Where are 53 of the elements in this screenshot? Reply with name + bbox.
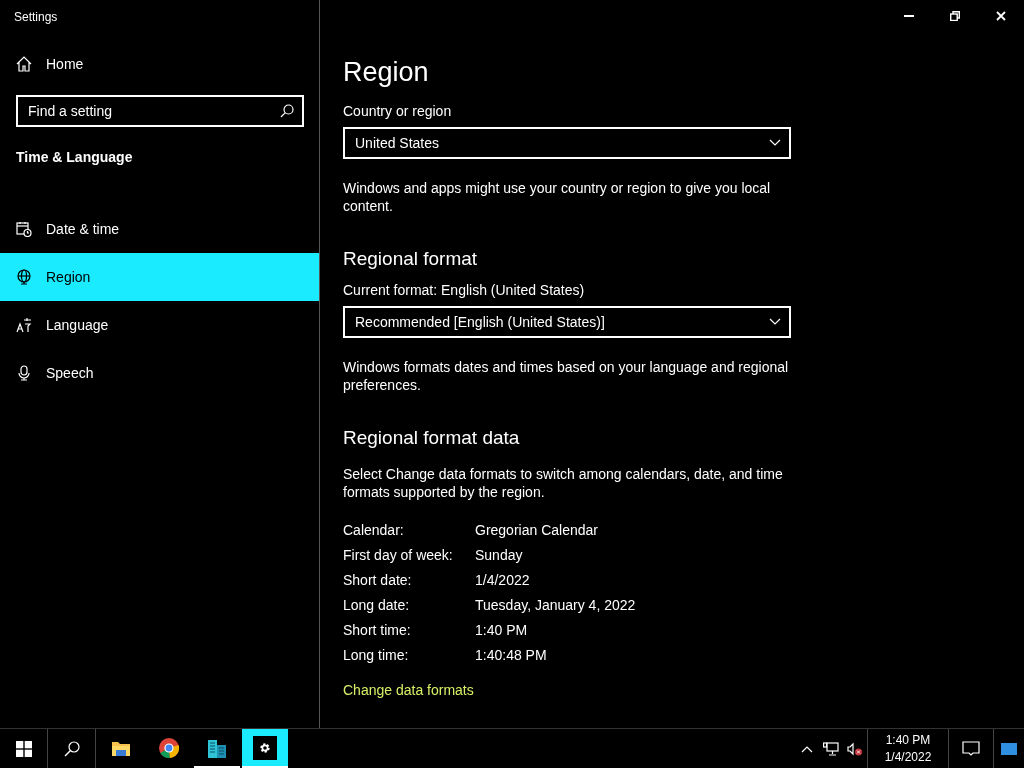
windows-logo-icon xyxy=(15,740,32,757)
calendar-clock-icon xyxy=(16,221,32,237)
section-heading: Regional format data xyxy=(343,427,521,450)
format-value: Gregorian Calendar xyxy=(475,521,599,539)
format-value: Sunday xyxy=(475,546,524,564)
home-icon xyxy=(16,56,32,72)
format-value: 1/4/2022 xyxy=(475,571,531,589)
description-text: Windows and apps might use your country or region to give you local content. xyxy=(343,179,772,215)
nav-item[interactable]: Speech xyxy=(0,349,319,397)
format-label: Calendar: xyxy=(343,521,405,539)
microphone-icon xyxy=(16,365,32,381)
format-label: First day of week: xyxy=(343,546,454,564)
change-formats-link[interactable]: Change data formats xyxy=(343,682,474,698)
chevron-down-icon xyxy=(769,318,781,326)
format-label: Short time: xyxy=(343,621,412,639)
volume-muted-icon xyxy=(847,741,863,756)
section-heading: Regional format xyxy=(343,248,479,271)
chevron-down-icon xyxy=(769,139,781,147)
notification-icon xyxy=(962,740,980,757)
close-icon xyxy=(996,11,1006,21)
search-icon xyxy=(63,740,80,757)
nav-item[interactable]: Language xyxy=(0,301,319,349)
taskbar-app[interactable] xyxy=(242,729,288,768)
field-label: Country or region xyxy=(343,103,453,119)
description-text: Windows formats dates and times based on your language and regional preferences. xyxy=(343,358,790,394)
clock-date[interactable]: 1/4/2022 xyxy=(884,748,932,766)
format-value: 1:40 PM xyxy=(475,621,529,639)
home-link[interactable]: Home xyxy=(0,33,319,81)
page-title: Region xyxy=(343,57,430,89)
clock-time[interactable]: 1:40 PM xyxy=(885,731,931,749)
section-title: Time & Language xyxy=(15,148,134,167)
field-label: Current format: English (United States) xyxy=(343,282,586,298)
restore-icon xyxy=(950,11,960,21)
description-text: Select Change data formats to switch among calendars, date, and time formats supported by the region. xyxy=(343,465,784,501)
search-field[interactable]: Find a setting xyxy=(16,95,304,127)
gear-icon xyxy=(258,740,272,755)
format-label: Long date: xyxy=(343,596,411,614)
format-value: 1:40:48 PM xyxy=(475,646,548,664)
window-title: Settings xyxy=(13,9,59,26)
format-value: Tuesday, January 4, 2022 xyxy=(475,596,637,614)
dropdown[interactable]: Recommended [English (United States)] xyxy=(343,306,791,338)
dropdown[interactable]: United States xyxy=(343,127,791,159)
browser-icon xyxy=(158,736,180,759)
search-icon xyxy=(280,104,294,118)
nav-item[interactable]: Date & time xyxy=(0,205,319,253)
chevron-up-icon xyxy=(801,744,813,753)
network-icon xyxy=(823,741,839,756)
format-label: Long time: xyxy=(343,646,410,664)
desktop-icon xyxy=(1001,742,1017,755)
globe-icon xyxy=(16,269,32,285)
format-label: Short date: xyxy=(343,571,413,589)
language-icon xyxy=(16,317,32,333)
nav-item[interactable]: Region xyxy=(0,253,319,301)
